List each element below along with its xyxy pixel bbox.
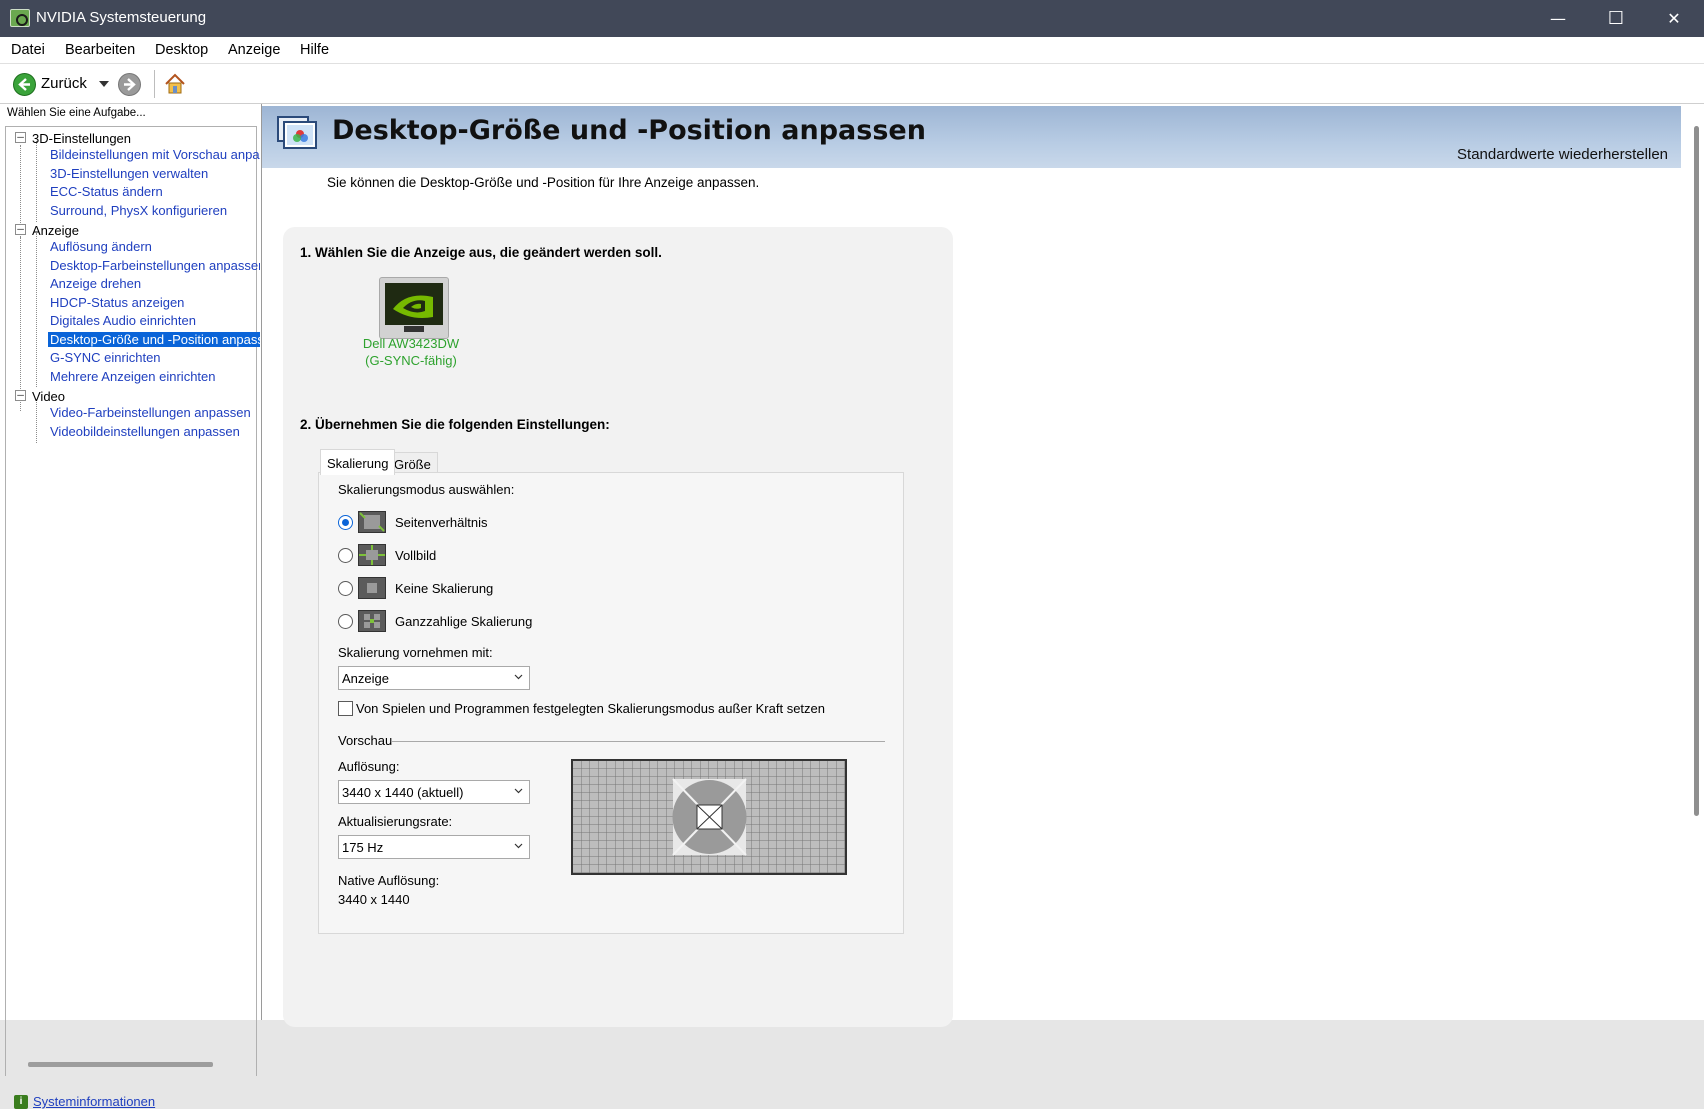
step2-heading: 2. Übernehmen Sie die folgenden Einstell… [300,417,610,432]
monitor-stand [404,326,424,332]
skalierung-panel: Skalierungsmodus auswählen: Seitenverhäl… [318,472,904,934]
nvidia-app-icon [10,9,30,27]
page-description: Sie können die Desktop-Größe und -Positi… [327,175,760,190]
no-scaling-icon [358,577,386,599]
systeminformationen-label: Systeminformationen [33,1094,156,1109]
forward-arrow-icon[interactable] [118,73,141,96]
toolbar: Zurück [0,64,1704,104]
menu-bar: Datei Bearbeiten Desktop Anzeige Hilfe [0,37,1704,64]
menu-datei[interactable]: Datei [11,42,45,58]
test-pattern-image [573,761,845,873]
preview-divider [391,741,885,742]
step1-heading: 1. Wählen Sie die Anzeige aus, die geänd… [300,245,662,260]
close-button[interactable]: ✕ [1645,0,1703,37]
home-icon[interactable] [163,72,187,96]
maximize-button[interactable]: ☐ [1587,0,1645,37]
perform-scaling-select[interactable]: Anzeige [338,666,530,690]
display-selector-dell[interactable] [379,277,449,339]
resolution-select[interactable]: 3440 x 1440 (aktuell) [338,780,530,804]
history-dropdown-icon[interactable] [99,81,109,87]
back-button[interactable]: Zurück [41,75,87,92]
menu-hilfe[interactable]: Hilfe [300,42,329,58]
refresh-rate-label: Aktualisierungsrate: [338,814,453,829]
task-anzeige-drehen[interactable]: Anzeige drehen [48,276,260,291]
radio-seitenverhaeltnis[interactable] [338,515,353,530]
display-settings-icon [276,114,320,154]
tree-group-anzeige[interactable]: Anzeige [32,223,79,238]
resolution-value: 3440 x 1440 (aktuell) [342,785,464,800]
perform-scaling-value: Anzeige [342,671,389,686]
integer-scaling-icon [358,610,386,632]
chevron-down-icon [514,788,523,794]
native-resolution-label: Native Auflösung: [338,873,440,888]
page-title: Desktop-Größe und -Position anpassen [332,115,926,146]
task-3d-einstellungen-verwalten[interactable]: 3D-Einstellungen verwalten [48,166,260,181]
override-scaling-label[interactable]: Von Spielen und Programmen festgelegten … [356,701,825,716]
tab-skalierung[interactable]: Skalierung [320,449,396,475]
mode-vollbild-label[interactable]: Vollbild [395,548,436,563]
display-label: Dell AW3423DW (G-SYNC-fähig) [347,335,475,369]
task-sidebar: Wählen Sie eine Aufgabe... – 3D-Einstell… [0,104,262,1109]
menu-anzeige[interactable]: Anzeige [228,42,280,58]
mode-seitenverhaeltnis-label[interactable]: Seitenverhältnis [395,515,488,530]
task-videobildeinstellungen[interactable]: Videobildeinstellungen anpassen [48,424,260,439]
nvidia-eye-icon [385,283,443,325]
radio-vollbild[interactable] [338,548,353,563]
task-surround-physx[interactable]: Surround, PhysX konfigurieren [48,203,260,218]
perform-scaling-label: Skalierung vornehmen mit: [338,645,493,660]
task-tree: – 3D-Einstellungen Bildeinstellungen mit… [5,126,260,1076]
fullscreen-icon [358,544,386,566]
task-mehrere-anzeigen[interactable]: Mehrere Anzeigen einrichten [48,369,260,384]
menu-bearbeiten[interactable]: Bearbeiten [65,42,135,58]
radio-keine-skalierung[interactable] [338,581,353,596]
native-resolution-value: 3440 x 1440 [338,892,410,907]
scaling-preview [571,759,847,875]
expander-anzeige[interactable]: – [15,223,26,235]
restore-defaults-link[interactable]: Standardwerte wiederherstellen [1457,146,1668,163]
mode-ganzzahlige-skalierung-label[interactable]: Ganzzahlige Skalierung [395,614,532,629]
preview-group-label: Vorschau [338,733,393,748]
main-content: Desktop-Größe und -Position anpassen Sta… [262,104,1692,1027]
task-hdcp-status[interactable]: HDCP-Status anzeigen [48,295,260,310]
info-icon: i [14,1095,28,1109]
expander-3d[interactable]: – [15,131,26,143]
settings-card: 1. Wählen Sie die Anzeige aus, die geänd… [283,227,953,1027]
back-arrow-icon[interactable] [13,73,36,96]
page-header: Desktop-Größe und -Position anpassen Sta… [262,106,1681,168]
window-title: NVIDIA Systemsteuerung [36,9,207,26]
scrollbar-thumb[interactable] [1694,126,1699,816]
resolution-label: Auflösung: [338,759,400,774]
task-g-sync[interactable]: G-SYNC einrichten [48,350,260,365]
task-digitales-audio[interactable]: Digitales Audio einrichten [48,313,260,328]
aspect-ratio-icon [358,511,386,533]
tree-horizontal-scrollbar[interactable] [28,1062,213,1067]
display-gsync-tag: (G-SYNC-fähig) [365,353,457,368]
tree-group-3d-einstellungen[interactable]: 3D-Einstellungen [32,131,131,146]
override-scaling-checkbox[interactable] [338,701,353,716]
task-bildeinstellungen[interactable]: Bildeinstellungen mit Vorschau anpassen [48,147,260,162]
chevron-down-icon [514,674,523,680]
task-aufloesung[interactable]: Auflösung ändern [48,239,260,254]
task-desktop-groesse-position[interactable]: Desktop-Größe und -Position anpassen [48,332,260,347]
task-ecc-status[interactable]: ECC-Status ändern [48,184,260,199]
refresh-rate-select[interactable]: 175 Hz [338,835,530,859]
radio-ganzzahlige-skalierung[interactable] [338,614,353,629]
menu-desktop[interactable]: Desktop [155,42,208,58]
display-name: Dell AW3423DW [362,336,460,351]
expander-video[interactable]: – [15,389,26,401]
minimize-button[interactable]: — [1529,0,1587,37]
toolbar-separator [154,70,155,98]
scaling-mode-label: Skalierungsmodus auswählen: [338,482,515,497]
main-vertical-scrollbar[interactable] [1691,104,1704,1020]
task-desktop-farbeinstellungen[interactable]: Desktop-Farbeinstellungen anpassen [48,258,260,273]
refresh-rate-value: 175 Hz [342,840,384,855]
tree-group-video[interactable]: Video [32,389,65,404]
task-label: Wählen Sie eine Aufgabe... [7,107,146,119]
systeminformationen-link[interactable]: i Systeminformationen [14,1094,155,1109]
task-video-farbeinstellungen[interactable]: Video-Farbeinstellungen anpassen [48,405,260,420]
title-bar: NVIDIA Systemsteuerung — ☐ ✕ [0,0,1704,37]
mode-keine-skalierung-label[interactable]: Keine Skalierung [395,581,493,596]
chevron-down-icon [514,843,523,849]
